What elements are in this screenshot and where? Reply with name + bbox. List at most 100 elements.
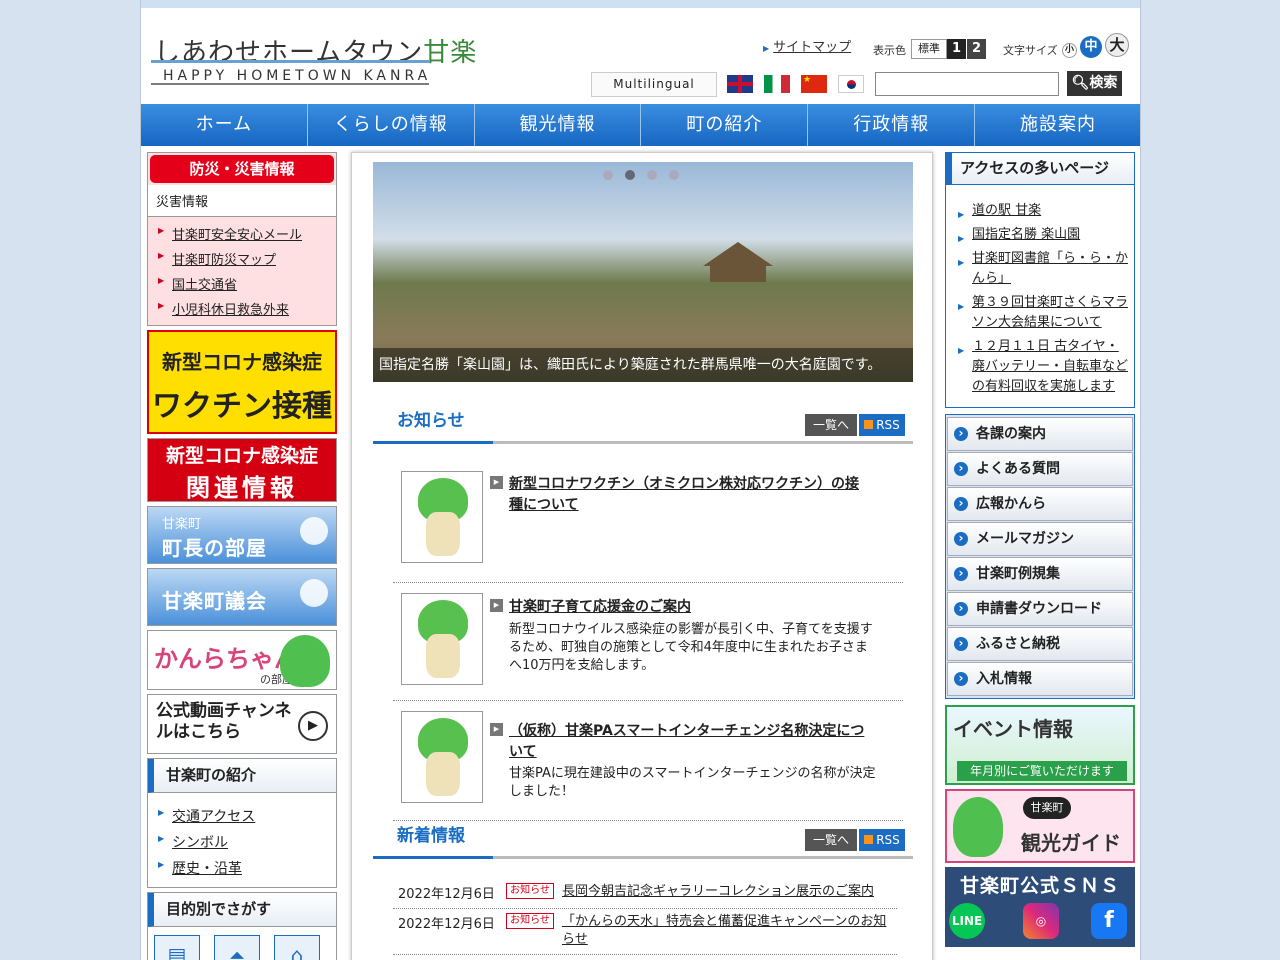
- nav-town-intro[interactable]: 町の紹介: [641, 104, 809, 146]
- town-intro-links: 交通アクセス シンボル 歴史・沿革: [148, 793, 336, 887]
- new-info-row: 2022年12月6日 お知らせ 長岡今朝吉記念ギャラリーコレクション展示のご案内: [393, 883, 897, 909]
- house-icon[interactable]: ⌂: [274, 935, 320, 960]
- nav-facilities[interactable]: 施設案内: [975, 104, 1140, 146]
- document-icon[interactable]: ▤: [154, 935, 200, 960]
- news-list-button[interactable]: 一覧へ: [805, 414, 857, 436]
- uk-flag-icon[interactable]: [727, 75, 753, 93]
- disaster-link-map[interactable]: 甘楽町防災マップ: [158, 246, 336, 271]
- rss-label: RSS: [876, 418, 900, 432]
- font-size-medium-button[interactable]: 中: [1080, 36, 1102, 58]
- disaster-link-mlit[interactable]: 国土交通省: [158, 271, 336, 296]
- quick-link-bidding[interactable]: 入札情報: [947, 662, 1133, 696]
- font-size-large-button[interactable]: 大: [1105, 33, 1129, 57]
- news-item-title[interactable]: （仮称）甘楽PAスマートインターチェンジ名称決定について: [490, 721, 869, 763]
- new-info-section-header: 新着情報 一覧へ RSS: [373, 819, 913, 859]
- korea-flag-icon[interactable]: [838, 75, 864, 93]
- disaster-links: 甘楽町安全安心メール 甘楽町防災マップ 国土交通省 小児科休日救急外来: [148, 217, 336, 325]
- kanra-chan-banner[interactable]: かんらちゃん の部屋: [147, 630, 337, 690]
- news-item: 甘楽町子育て応援金のご案内 新型コロナウイルス感染症の影響が長引く中、子育てを支…: [393, 583, 903, 701]
- new-info-heading: 新着情報: [373, 819, 493, 859]
- mascot-icon: [280, 635, 330, 687]
- search-button[interactable]: 🔍︎検索: [1067, 71, 1122, 96]
- quick-link-newsletter[interactable]: 広報かんら: [947, 487, 1133, 521]
- line-icon[interactable]: LINE: [949, 903, 985, 939]
- instagram-icon[interactable]: ◎: [1023, 903, 1059, 939]
- new-info-rss-button[interactable]: RSS: [859, 829, 905, 851]
- popular-link[interactable]: 国指定名勝 楽山園: [958, 223, 1128, 249]
- popular-link[interactable]: 道の駅 甘楽: [958, 199, 1128, 225]
- logo-english: HAPPY HOMETOWN KANRA: [163, 68, 432, 84]
- intro-link-history[interactable]: 歴史・沿革: [158, 855, 336, 881]
- search-input[interactable]: [875, 72, 1059, 96]
- nav-administration[interactable]: 行政情報: [808, 104, 976, 146]
- search-button-label: 検索: [1089, 75, 1118, 91]
- hero-slider[interactable]: 国指定名勝「楽山園」は、織田氏により築庭された群馬県唯一の大名庭園です。: [373, 162, 913, 382]
- slider-dot-active[interactable]: [625, 170, 635, 180]
- quick-link-forms[interactable]: 申請書ダウンロード: [947, 592, 1133, 626]
- new-info-date: 2022年12月6日: [398, 887, 495, 902]
- news-item-title[interactable]: 新型コロナワクチン（オミクロン株対応ワクチン）の接種について: [490, 474, 869, 516]
- china-flag-icon[interactable]: ★: [801, 75, 827, 93]
- news-item-desc: 新型コロナウイルス感染症の影響が長引く中、子育てを支援するため、町独自の施策とし…: [509, 622, 873, 673]
- popular-link[interactable]: １２月１１日 古タイヤ・廃バッテリー・自転車などの有料回収を実施します: [958, 335, 1128, 399]
- italy-flag-icon[interactable]: [764, 75, 790, 93]
- news-item: （仮称）甘楽PAスマートインターチェンジ名称決定について 甘楽PAに現在建設中の…: [393, 701, 903, 821]
- disaster-link-mail[interactable]: 甘楽町安全安心メール: [158, 221, 336, 246]
- left-sidebar: 防災・災害情報 災害情報 甘楽町安全安心メール 甘楽町防災マップ 国土交通省 小…: [147, 152, 337, 960]
- quick-link-mail-magazine[interactable]: メールマガジン: [947, 522, 1133, 556]
- corona-info-banner[interactable]: 新型コロナ感染症 関連情報: [147, 438, 337, 502]
- intro-link-symbol[interactable]: シンボル: [158, 829, 336, 855]
- mayor-room-banner[interactable]: 甘楽町 町長の部屋: [147, 506, 337, 564]
- nav-tourism[interactable]: 観光情報: [475, 104, 642, 146]
- sitemap-link[interactable]: サイトマップ: [763, 36, 851, 55]
- nav-living[interactable]: くらしの情報: [308, 104, 475, 146]
- vaccine-banner[interactable]: 新型コロナ感染症 ワクチン接種: [147, 330, 337, 434]
- kanra-banner-title: かんらちゃん: [154, 645, 298, 673]
- quick-link-faq[interactable]: よくある質問: [947, 452, 1133, 486]
- new-info-link[interactable]: 「かんらの天水」特売会と備蓄促進キャンペーンのお知らせ: [562, 913, 892, 949]
- color-1-button[interactable]: 1: [947, 39, 966, 59]
- facebook-icon[interactable]: f: [1091, 903, 1127, 939]
- popular-pages-box: アクセスの多いページ 道の駅 甘楽 国指定名勝 楽山園 甘楽町図書館「ら・ら・か…: [945, 152, 1135, 408]
- flower-icon: [300, 517, 328, 545]
- font-size-small-button[interactable]: 小: [1062, 43, 1077, 58]
- play-icon: ▶: [298, 711, 328, 741]
- logo-underline: [151, 60, 429, 63]
- slider-dot[interactable]: [603, 170, 613, 180]
- quick-link-furusato[interactable]: ふるさと納税: [947, 627, 1133, 661]
- slider-dot[interactable]: [669, 170, 679, 180]
- town-council-banner[interactable]: 甘楽町議会: [147, 568, 337, 626]
- new-info-row: 2022年12月6日 お知らせ 「かんらの天水」特売会と備蓄促進キャンペーンのお…: [393, 913, 897, 955]
- sns-heading: 甘楽町公式ＳＮＳ: [959, 875, 1120, 897]
- disaster-info-link[interactable]: 災害情報: [148, 185, 336, 217]
- intro-link-access[interactable]: 交通アクセス: [158, 803, 336, 829]
- bell-icon[interactable]: ⏶: [214, 935, 260, 960]
- news-item-title[interactable]: 甘楽町子育て応援金のご案内: [490, 597, 869, 618]
- disaster-link-pediatric[interactable]: 小児科休日救急外来: [158, 296, 336, 321]
- new-info-link[interactable]: 長岡今朝吉記念ギャラリーコレクション展示のご案内: [562, 883, 892, 901]
- new-info-list-button[interactable]: 一覧へ: [805, 829, 857, 851]
- tourism-guide-banner[interactable]: 甘楽町 観光ガイド: [945, 789, 1135, 863]
- site-logo[interactable]: しあわせホームタウン甘楽: [154, 32, 477, 69]
- corona-banner-line1: 新型コロナ感染症: [165, 445, 318, 467]
- news-rss-button[interactable]: RSS: [859, 414, 905, 436]
- right-sidebar: アクセスの多いページ 道の駅 甘楽 国指定名勝 楽山園 甘楽町図書館「ら・ら・か…: [945, 152, 1135, 947]
- disaster-heading[interactable]: 防災・災害情報: [150, 155, 334, 183]
- popular-link[interactable]: 甘楽町図書館「ら・ら・かんら」: [958, 247, 1128, 291]
- event-banner-sub: 年月別にご覧いただけます: [957, 761, 1127, 781]
- quick-link-departments[interactable]: 各課の案内: [947, 417, 1133, 451]
- slider-dot[interactable]: [647, 170, 657, 180]
- logo-text: しあわせホームタウン: [154, 38, 424, 68]
- font-size-label: 文字サイズ: [1003, 44, 1058, 57]
- color-standard-button[interactable]: 標準: [911, 39, 947, 59]
- mascot-surveyor-thumbnail: [401, 711, 483, 803]
- video-channel-banner[interactable]: 公式動画チャンネルはこちら ▶: [147, 694, 337, 754]
- new-info-badge: お知らせ: [506, 883, 554, 899]
- nav-home[interactable]: ホーム: [141, 104, 308, 146]
- sitemap-label: サイトマップ: [773, 40, 852, 55]
- color-2-button[interactable]: 2: [967, 39, 986, 59]
- event-banner[interactable]: イベント情報 年月別にご覧いただけます: [945, 705, 1135, 785]
- quick-link-regulations[interactable]: 甘楽町例規集: [947, 557, 1133, 591]
- vaccine-banner-line2: ワクチン接種: [152, 389, 332, 424]
- popular-link[interactable]: 第３９回甘楽町さくらマラソン大会結果について: [958, 291, 1128, 335]
